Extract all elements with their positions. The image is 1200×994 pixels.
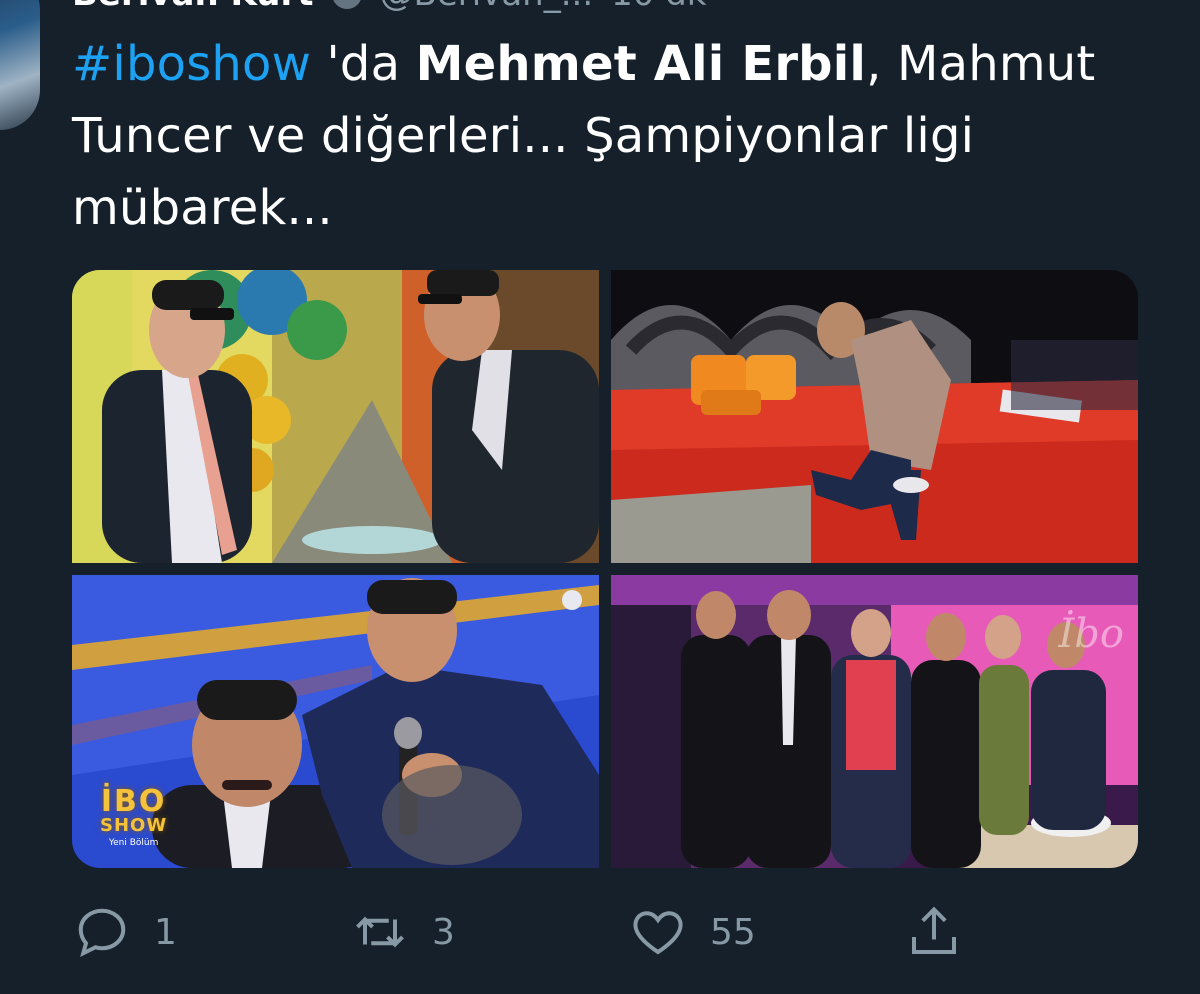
logo-line-2: SHOW bbox=[100, 815, 168, 836]
retweet-count: 3 bbox=[432, 911, 455, 953]
like-button[interactable]: 55 bbox=[628, 900, 756, 964]
tweet-timestamp[interactable]: 10 dk bbox=[611, 0, 706, 14]
hashtag-link[interactable]: #iboshow bbox=[72, 36, 311, 92]
media-photo-4[interactable]: İbo bbox=[611, 575, 1138, 868]
tweet-text-bold-name: Mehmet Ali Erbil bbox=[415, 36, 867, 92]
emoji-icon bbox=[331, 0, 362, 9]
like-count: 55 bbox=[710, 911, 756, 953]
share-icon bbox=[912, 906, 956, 954]
tweet-text-part1: 'da bbox=[311, 36, 416, 92]
media-photo-1[interactable] bbox=[72, 270, 599, 563]
retweet-icon bbox=[356, 916, 404, 948]
reply-icon bbox=[78, 908, 126, 957]
retweet-button[interactable]: 3 bbox=[350, 900, 455, 964]
tweet-header: Berivan Kurt @Berivan_... 10 dk bbox=[72, 0, 706, 14]
photo-1-image bbox=[72, 270, 599, 563]
heart-icon bbox=[633, 911, 683, 955]
logo-line-3: Yeni Bölüm bbox=[108, 838, 159, 848]
media-photo-3[interactable]: İBO SHOW Yeni Bölüm bbox=[72, 575, 599, 868]
tweet-text: #iboshow 'da Mehmet Ali Erbil, Mahmut Tu… bbox=[72, 28, 1152, 244]
photo-2-image bbox=[611, 270, 1138, 563]
author-display-name[interactable]: Berivan Kurt bbox=[72, 0, 314, 14]
tweet-action-bar: 1 3 55 bbox=[72, 900, 1138, 964]
share-button[interactable] bbox=[904, 900, 964, 964]
author-handle[interactable]: @Berivan_... bbox=[380, 0, 594, 14]
media-grid: İBO SHOW Yeni Bölüm İbo bbox=[72, 270, 1138, 868]
logo-line-1: İBO bbox=[100, 784, 167, 819]
iboshow-logo: İBO SHOW Yeni Bölüm bbox=[100, 787, 167, 848]
reply-button[interactable]: 1 bbox=[72, 900, 177, 964]
reply-count: 1 bbox=[154, 911, 177, 953]
author-avatar[interactable] bbox=[0, 0, 40, 130]
ibo-script-logo: İbo bbox=[1058, 611, 1125, 657]
media-photo-2[interactable] bbox=[611, 270, 1138, 563]
